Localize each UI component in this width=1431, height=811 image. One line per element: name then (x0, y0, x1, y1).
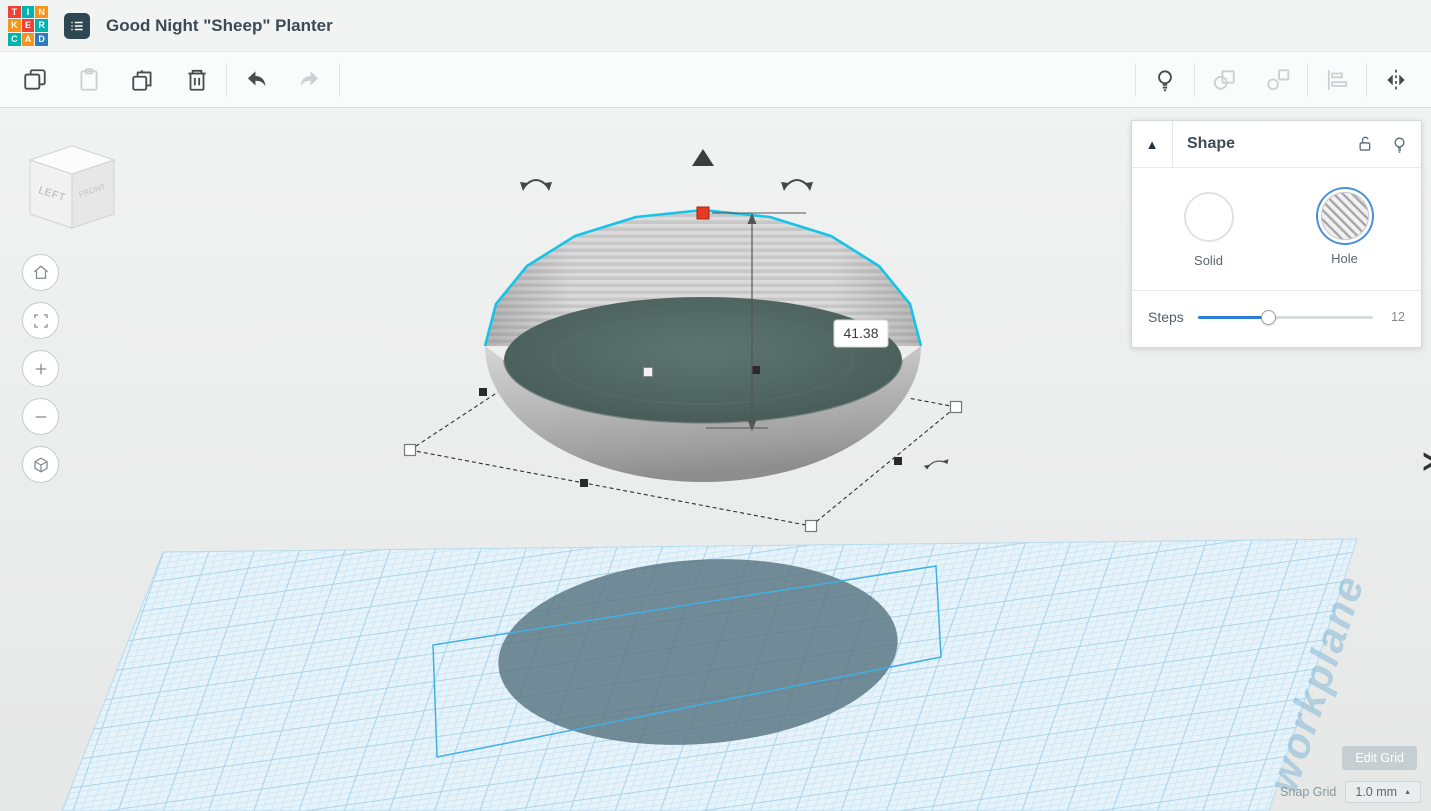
toolbar-separator (339, 62, 340, 97)
steps-control: Steps 12 (1132, 290, 1421, 347)
zoom-out-button[interactable] (22, 398, 59, 435)
logo-tile: C (8, 32, 21, 46)
toolbar-separator (226, 62, 227, 97)
orthographic-toggle-button[interactable] (22, 446, 59, 483)
slider-knob[interactable] (1260, 309, 1276, 325)
view-cube[interactable]: LEFT FRONT (26, 138, 118, 238)
duplicate-button[interactable] (116, 52, 170, 107)
zoom-in-button[interactable] (22, 350, 59, 387)
redo-icon (300, 70, 319, 86)
ungroup-button[interactable] (1251, 52, 1305, 107)
fit-view-button[interactable] (22, 302, 59, 339)
minus-icon (35, 415, 46, 418)
top-header: T I N K E R C A D Good Night "Sheep" Pla… (0, 0, 1431, 52)
duplicate-icon (132, 69, 152, 91)
design-menu-icon (71, 21, 83, 30)
main-toolbar (0, 52, 1431, 108)
scale-handle-height[interactable] (696, 206, 710, 220)
undo-button[interactable] (229, 52, 283, 107)
scale-handle-corner[interactable] (643, 367, 653, 377)
snap-grid-value: 1.0 mm (1355, 785, 1398, 799)
fit-view-icon (33, 313, 48, 328)
group-button[interactable] (1197, 52, 1251, 107)
steps-slider[interactable] (1197, 309, 1373, 325)
logo-tile: A (21, 32, 35, 46)
hide-lightbulb-icon[interactable] (1390, 135, 1409, 154)
toolbar-separator (1135, 62, 1136, 97)
material-hole[interactable]: Hole (1303, 192, 1387, 268)
snap-grid-label: Snap Grid (1280, 785, 1337, 799)
scale-handle-edge[interactable] (479, 388, 487, 396)
home-icon (33, 264, 48, 279)
caret-up-icon: ▲ (1404, 788, 1411, 796)
material-solid[interactable]: Solid (1167, 192, 1251, 268)
hole-swatch[interactable] (1320, 192, 1369, 240)
logo-tile: E (21, 19, 35, 32)
inspector-title: Shape (1187, 135, 1236, 152)
tinkercad-logo[interactable]: T I N K E R C A D (8, 5, 48, 46)
home-view-button[interactable] (22, 254, 59, 291)
collapse-arrow-icon: ▲ (1145, 136, 1159, 152)
scale-handle-edge[interactable] (894, 457, 902, 465)
edit-grid-button[interactable]: Edit Grid (1342, 746, 1417, 770)
copy-icon (24, 68, 46, 90)
paste-button[interactable] (62, 52, 116, 107)
align-button[interactable] (1310, 52, 1364, 107)
design-menu-button[interactable] (64, 12, 90, 39)
inspector-header: ▲ Shape (1132, 121, 1421, 168)
lock-icon[interactable] (1357, 135, 1376, 154)
collapse-panel-button[interactable]: ▲ (1132, 121, 1173, 167)
mirror-button[interactable] (1369, 52, 1423, 107)
logo-tile: K (8, 19, 21, 32)
scale-handle-corner[interactable] (804, 519, 818, 533)
logo-tile: R (35, 19, 48, 32)
panel-toggle-chevron[interactable]: > (1423, 441, 1431, 482)
logo-tile: T (8, 5, 21, 19)
logo-tile: N (35, 5, 48, 19)
scale-handle-corner[interactable] (949, 400, 963, 414)
snap-grid-control: Snap Grid 1.0 mm ▲ (1280, 781, 1421, 803)
delete-button[interactable] (170, 52, 224, 107)
align-icon (1327, 69, 1348, 90)
toolbar-separator (1366, 62, 1367, 97)
plus-icon (35, 363, 46, 374)
trash-icon (188, 69, 206, 91)
scale-handle-corner[interactable] (403, 443, 417, 457)
logo-tile: D (35, 32, 48, 46)
snap-grid-select[interactable]: 1.0 mm ▲ (1345, 781, 1421, 803)
logo-tile: I (21, 5, 35, 19)
shape-inspector: ▲ Shape Solid Hole Steps 12 (1131, 120, 1422, 348)
design-title[interactable]: Good Night "Sheep" Planter (106, 16, 333, 36)
hole-label: Hole (1331, 251, 1358, 266)
toolbar-separator (1194, 62, 1195, 97)
paste-icon (80, 67, 98, 91)
tinkercad-app: T I N K E R C A D Good Night "Sheep" Pla… (0, 0, 1431, 811)
ungroup-icon (1267, 68, 1290, 90)
dimension-value[interactable]: 41.38 (843, 325, 878, 341)
copy-button[interactable] (8, 52, 62, 107)
scale-handle-edge[interactable] (580, 479, 588, 487)
perspective-cube-icon (33, 457, 48, 472)
slider-fill (1197, 315, 1268, 319)
viewport-3d[interactable]: workplane 41.38 LEFT FRONT ▲ Shape Solid… (0, 108, 1431, 811)
scale-handle-edge[interactable] (752, 366, 760, 374)
solid-swatch[interactable] (1183, 192, 1234, 242)
toolbar-separator (1307, 62, 1308, 97)
solid-label: Solid (1194, 253, 1223, 268)
mirror-icon (1387, 69, 1405, 90)
group-icon (1213, 69, 1235, 90)
redo-button[interactable] (283, 52, 337, 107)
view-nav (22, 254, 59, 483)
steps-value: 12 (1391, 310, 1405, 324)
lightbulb-icon (1158, 69, 1172, 91)
show-all-button[interactable] (1138, 52, 1192, 107)
steps-label: Steps (1148, 309, 1184, 325)
material-options: Solid Hole (1132, 168, 1421, 274)
undo-icon (247, 70, 266, 86)
